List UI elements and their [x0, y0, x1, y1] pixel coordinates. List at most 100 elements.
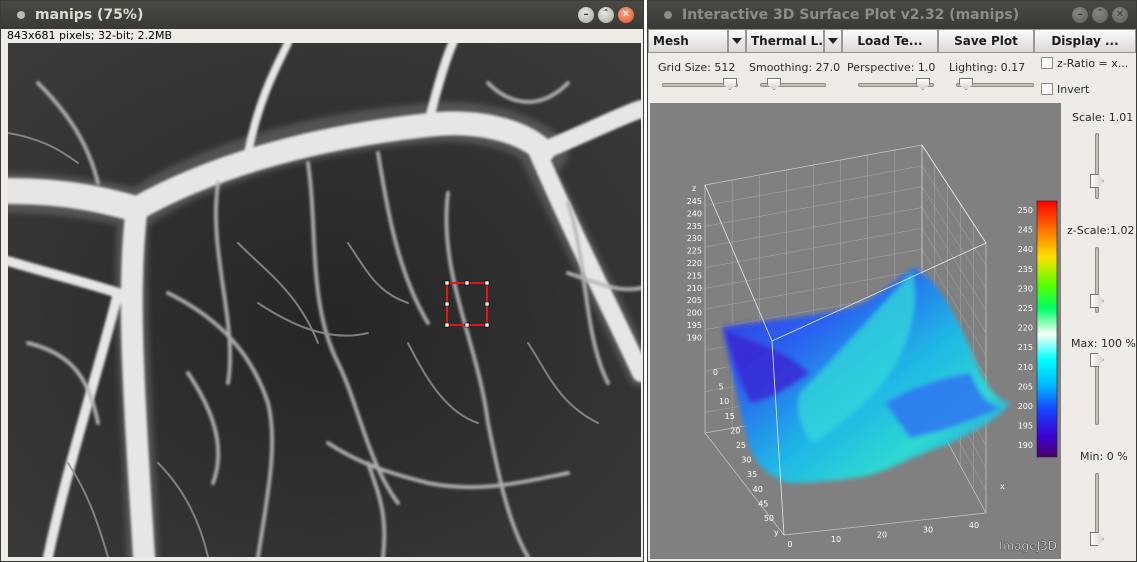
z-scale-label: z-Scale:1.02 [1067, 224, 1135, 237]
colorbar-tick-label: 215 [1018, 343, 1033, 352]
z-scale-slider-thumb[interactable] [1090, 294, 1104, 308]
maximize-icon[interactable]: ˆ [598, 7, 614, 23]
y-tick-label: 35 [747, 470, 757, 479]
surface-plot-titlebar[interactable]: Interactive 3D Surface Plot v2.32 (manip… [648, 1, 1136, 29]
smoothing-slider-thumb[interactable] [767, 78, 781, 90]
lut-value: Thermal L... [751, 34, 824, 48]
grid-size-slider-thumb[interactable] [723, 78, 737, 90]
lut-dropdown-button[interactable] [824, 29, 842, 53]
scale-slider[interactable] [1095, 133, 1099, 199]
z-tick-label: 220 [687, 259, 702, 268]
invert-label: Invert [1057, 83, 1090, 96]
lut-select[interactable]: Thermal L... [746, 29, 824, 53]
image-window-titlebar[interactable]: manips (75%) – ˆ ✕ [1, 1, 643, 29]
save-plot-button[interactable]: Save Plot [938, 29, 1034, 53]
colorbar-tick-label: 210 [1018, 363, 1033, 372]
y-tick-label: 45 [758, 499, 768, 508]
display-button[interactable]: Display ... [1034, 29, 1136, 53]
minimize-icon[interactable]: – [1072, 7, 1088, 23]
microscopy-image [8, 43, 641, 557]
y-tick-label: 30 [741, 456, 751, 465]
y-tick-label: 20 [730, 426, 740, 435]
z-ratio-label: z-Ratio = x... [1057, 57, 1129, 70]
y-tick-label: 5 [719, 383, 724, 392]
colorbar-ticks: 250 245 240 235 230 225 220 215 210 205 200 195 190 [1018, 206, 1033, 450]
y-tick-label: 40 [753, 485, 763, 494]
window-menu-icon[interactable] [17, 11, 25, 19]
y-tick-label: 10 [719, 397, 729, 406]
y-tick-label: 50 [764, 514, 774, 523]
smoothing-label: Smoothing: 27.0 [749, 61, 841, 74]
x-tick-label: 20 [877, 530, 887, 539]
colorbar-tick-label: 225 [1018, 304, 1033, 313]
lighting-slider-thumb[interactable] [959, 78, 973, 90]
x-tick-label: 0 [787, 540, 792, 549]
display-mode-dropdown-button[interactable] [728, 29, 746, 53]
x-axis-label: x [1000, 482, 1005, 491]
z-tick-label: 225 [687, 247, 702, 256]
grid-line [921, 186, 987, 289]
colorbar-tick-label: 220 [1018, 324, 1033, 333]
toolbar: Mesh Thermal L... Load Te... Save Plot D… [648, 29, 1136, 53]
z-axis-label: z [692, 184, 696, 193]
close-icon[interactable]: ✕ [618, 7, 634, 23]
colorbar-tick-label: 235 [1018, 265, 1033, 274]
image-window: manips (75%) – ˆ ✕ 843x681 pixels; 32-bi… [0, 0, 644, 562]
z-ratio-checkbox[interactable] [1041, 57, 1053, 69]
min-slider-thumb[interactable] [1090, 532, 1104, 546]
perspective-slider-thumb[interactable] [916, 78, 930, 90]
z-tick-label: 190 [687, 333, 702, 342]
colorbar-tick-label: 190 [1018, 441, 1033, 450]
lighting-label: Lighting: 0.17 [949, 61, 1026, 74]
colorbar-tick-label: 240 [1018, 245, 1033, 254]
z-tick-label: 205 [687, 296, 702, 305]
y-tick-label: 15 [725, 412, 735, 421]
z-axis-ticks: 245 240 235 230 225 220 215 210 205 200 195 190 [687, 197, 702, 342]
image-canvas[interactable] [8, 43, 641, 557]
z-tick-label: 230 [687, 234, 702, 243]
z-tick-label: 200 [687, 309, 702, 318]
perspective-label: Perspective: 1.0 [847, 61, 936, 74]
surface-plot: 245240235230225220215210205200195190 051… [687, 143, 1058, 553]
colorbar-tick-label: 250 [1018, 206, 1033, 215]
x-tick-label: 30 [923, 526, 933, 535]
display-mode-value: Mesh [653, 34, 689, 48]
max-slider-thumb[interactable] [1090, 353, 1104, 367]
grid-line [921, 165, 987, 266]
grid-size-label: Grid Size: 512 [658, 61, 736, 74]
chevron-down-icon [828, 38, 838, 44]
invert-checkbox[interactable] [1041, 83, 1053, 95]
z-tick-label: 245 [687, 197, 702, 206]
x-tick-label: 40 [969, 521, 979, 530]
surface-plot-window: Interactive 3D Surface Plot v2.32 (manip… [647, 0, 1137, 562]
z-tick-label: 210 [687, 284, 702, 293]
z-tick-label: 215 [687, 271, 702, 280]
min-label: Min: 0 % [1080, 450, 1128, 463]
colorbar-tick-label: 230 [1018, 284, 1033, 293]
scale-panel: Scale: 1.01 z-Scale:1.02 Max: 100 % Min:… [1061, 103, 1136, 559]
y-tick-label: 25 [736, 441, 746, 450]
load-texture-button[interactable]: Load Te... [842, 29, 938, 53]
surface-plot-title: Interactive 3D Surface Plot v2.32 (manip… [682, 7, 1020, 23]
z-tick-label: 195 [687, 321, 702, 330]
colorbar-tick-label: 245 [1018, 226, 1033, 235]
maximize-icon[interactable]: ˆ [1092, 7, 1108, 23]
colorbar [1036, 200, 1058, 458]
max-label: Max: 100 % [1071, 337, 1136, 350]
scale-label: Scale: 1.01 [1072, 111, 1134, 124]
minimize-icon[interactable]: – [578, 7, 594, 23]
image-window-title: manips (75%) [35, 7, 144, 23]
display-mode-select[interactable]: Mesh [648, 29, 728, 53]
chevron-down-icon [732, 38, 742, 44]
x-tick-label: 10 [831, 535, 841, 544]
window-menu-icon[interactable] [664, 11, 672, 19]
imagej3d-watermark: ImageJ3D [999, 539, 1057, 553]
surface-plot-canvas[interactable]: 245 240 235 230 225 220 215 210 205 200 195 190 051… [650, 103, 1061, 559]
colorbar-tick-label: 200 [1018, 402, 1033, 411]
close-icon[interactable]: ✕ [1112, 7, 1128, 23]
y-tick-label: 0 [713, 368, 718, 377]
image-info-bar: 843x681 pixels; 32-bit; 2.2MB [1, 29, 643, 42]
x-axis-ticks: 0 10 20 30 40 [787, 521, 979, 549]
scale-slider-thumb[interactable] [1090, 174, 1104, 188]
z-tick-label: 240 [687, 209, 702, 218]
